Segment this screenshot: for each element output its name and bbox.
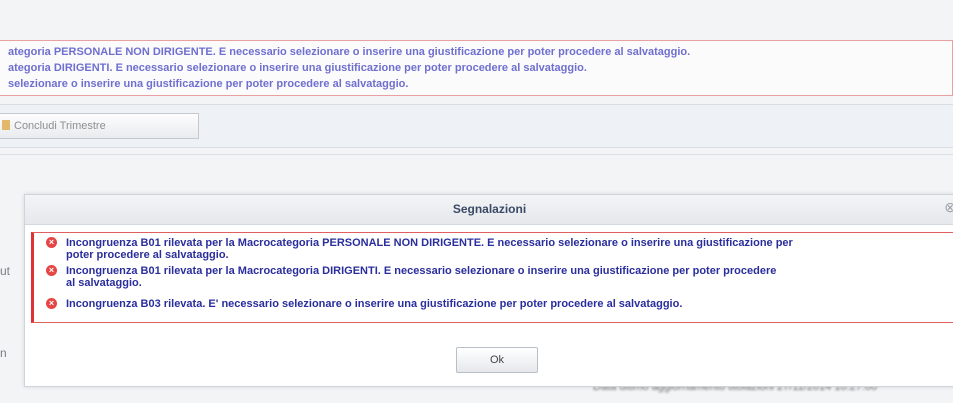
error-message-line: poter procedere al salvataggio. — [66, 249, 229, 261]
concludi-trimestre-button[interactable]: Concludi Trimestre — [0, 113, 199, 139]
close-icon[interactable]: ⊗ — [944, 199, 953, 216]
background-text-fragment: ut — [0, 264, 11, 278]
page-header-area — [0, 0, 953, 40]
dialog-title: Segnalazioni — [25, 195, 953, 225]
error-icon: × — [46, 237, 57, 248]
error-message-box: × Incongruenza B01 rilevata per la Macro… — [31, 232, 953, 323]
error-message: Incongruenza B03 rilevata. E' necessario… — [66, 298, 682, 310]
background-alert-box: ategoria PERSONALE NON DIRIGENTE. E nece… — [0, 40, 953, 96]
background-alert-line: ategoria PERSONALE NON DIRIGENTE. E nece… — [8, 46, 691, 58]
error-message-line: Incongruenza B01 rilevata per la Macroca… — [66, 265, 777, 277]
toolbar: Concludi Trimestre — [0, 104, 953, 148]
background-section — [0, 154, 953, 197]
concludi-trimestre-label: Concludi Trimestre — [14, 120, 106, 132]
error-message: Incongruenza B01 rilevata per la Macroca… — [66, 265, 776, 289]
error-icon: × — [46, 298, 57, 309]
error-message-line: Incongruenza B01 rilevata per la Macroca… — [66, 237, 793, 249]
segnalazioni-dialog: Segnalazioni ⊗ × Incongruenza B01 rileva… — [24, 194, 953, 387]
error-icon: × — [46, 265, 57, 276]
background-text-fragment: n — [0, 346, 7, 360]
error-message-line: al salvataggio. — [66, 277, 142, 289]
ok-button[interactable]: Ok — [456, 347, 538, 373]
error-message: Incongruenza B01 rilevata per la Macroca… — [66, 237, 793, 261]
error-message-line: Incongruenza B03 rilevata. E' necessario… — [66, 298, 683, 310]
document-icon — [2, 120, 10, 130]
background-alert-line: selezionare o inserire una giustificazio… — [8, 78, 409, 90]
background-alert-line: ategoria DIRIGENTI. E necessario selezio… — [8, 62, 587, 74]
